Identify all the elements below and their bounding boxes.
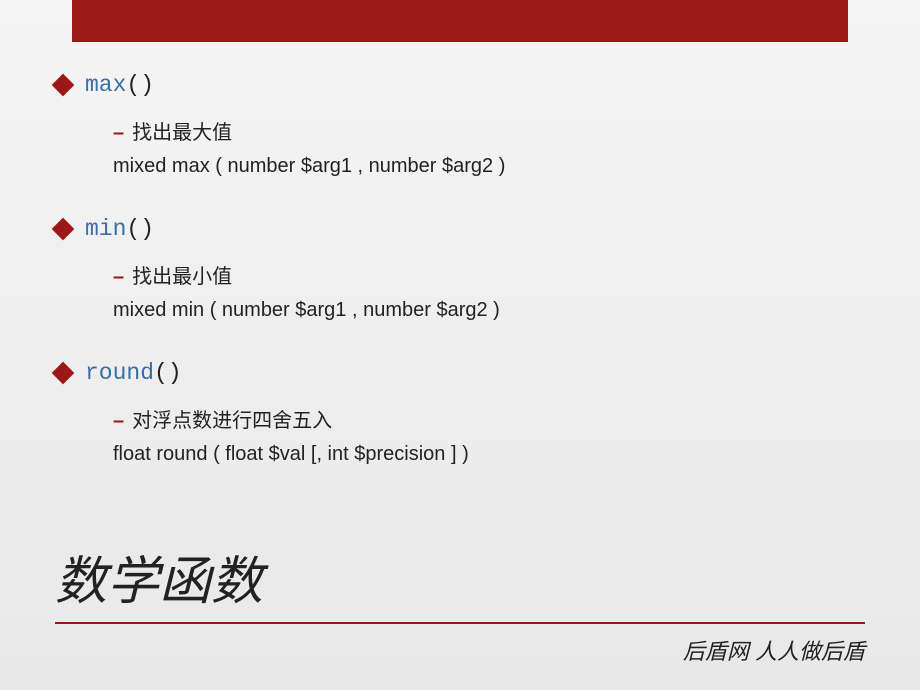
dash-bullet-icon: – [113, 410, 124, 433]
function-name: min [85, 216, 126, 242]
diamond-bullet-icon [52, 362, 75, 385]
function-details: – 找出最小值 mixed min ( number $arg1 , numbe… [55, 260, 865, 322]
function-name: max [85, 72, 126, 98]
function-parens: () [154, 360, 182, 386]
function-details: – 找出最大值 mixed max ( number $arg1 , numbe… [55, 116, 865, 178]
top-decoration-bar [72, 0, 848, 42]
footer: 数学函数 后盾网 人人做后盾 [55, 539, 865, 666]
page-title: 数学函数 [55, 539, 865, 624]
function-details: – 对浮点数进行四舍五入 float round ( float $val [,… [55, 404, 865, 466]
function-item-min: min() – 找出最小值 mixed min ( number $arg1 ,… [55, 216, 865, 322]
function-description: 找出最小值 [132, 260, 232, 289]
slogan-text: 后盾网 人人做后盾 [55, 634, 865, 666]
function-signature: float round ( float $val [, int $precisi… [113, 443, 865, 466]
function-signature: mixed max ( number $arg1 , number $arg2 … [113, 155, 865, 178]
main-content: max() – 找出最大值 mixed max ( number $arg1 ,… [0, 42, 920, 466]
function-description: 对浮点数进行四舍五入 [132, 404, 332, 433]
description-line: – 找出最大值 [113, 116, 865, 145]
function-header: min() [55, 216, 865, 242]
function-parens: () [126, 72, 154, 98]
function-item-max: max() – 找出最大值 mixed max ( number $arg1 ,… [55, 72, 865, 178]
dash-bullet-icon: – [113, 266, 124, 289]
diamond-bullet-icon [52, 218, 75, 241]
function-item-round: round() – 对浮点数进行四舍五入 float round ( float… [55, 360, 865, 466]
function-signature: mixed min ( number $arg1 , number $arg2 … [113, 299, 865, 322]
description-line: – 对浮点数进行四舍五入 [113, 404, 865, 433]
diamond-bullet-icon [52, 74, 75, 97]
description-line: – 找出最小值 [113, 260, 865, 289]
function-parens: () [126, 216, 154, 242]
function-header: max() [55, 72, 865, 98]
function-name: round [85, 360, 154, 386]
function-description: 找出最大值 [132, 116, 232, 145]
function-header: round() [55, 360, 865, 386]
dash-bullet-icon: – [113, 122, 124, 145]
